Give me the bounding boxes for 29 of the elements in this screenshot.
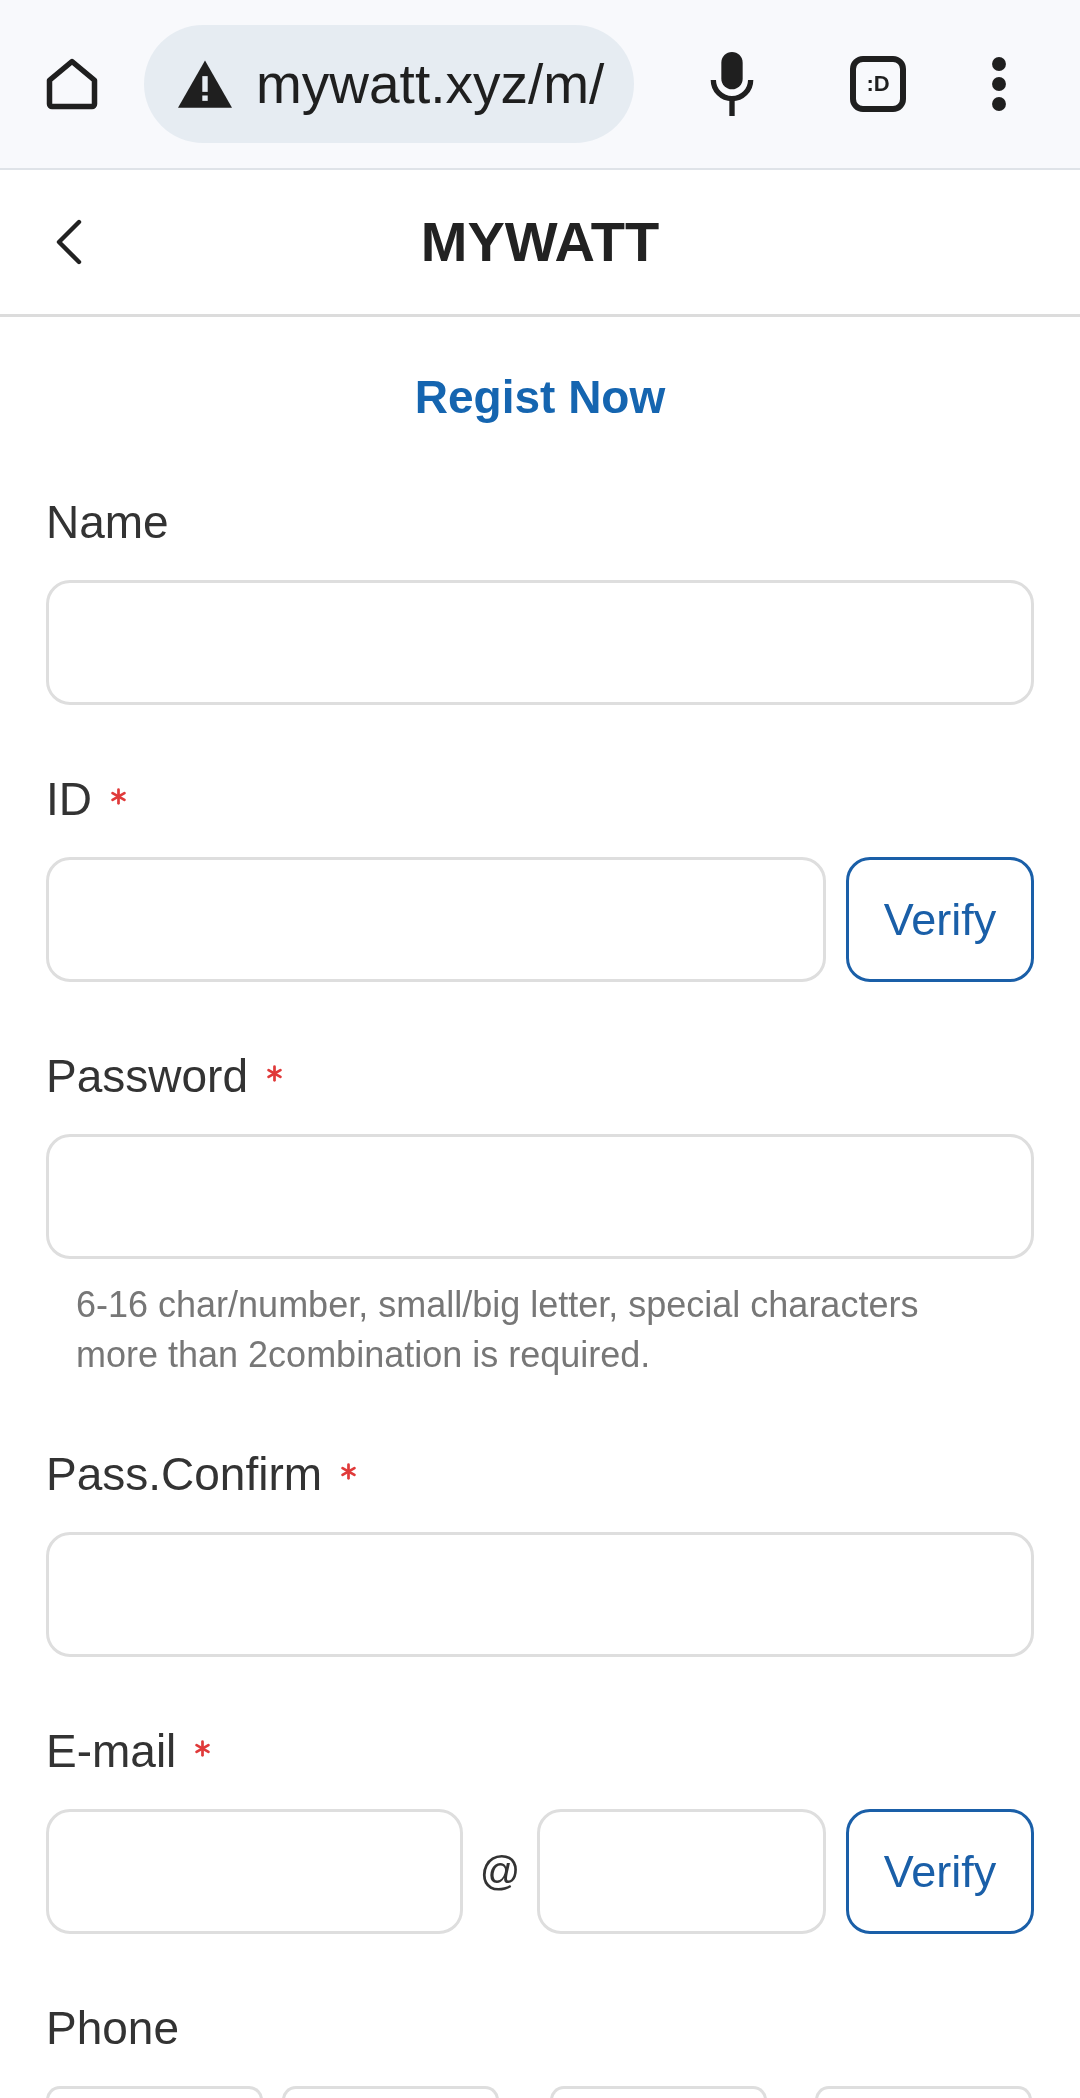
at-sign: @ <box>478 1849 522 1894</box>
phone-input[interactable] <box>282 2086 499 2098</box>
field-label: Name <box>46 495 169 550</box>
address-bar[interactable]: mywatt.xyz/m/ <box>144 25 634 143</box>
phone-input[interactable] <box>46 2086 263 2098</box>
page-title: MYWATT <box>420 209 660 276</box>
input-field[interactable] <box>46 1134 1034 1259</box>
email-user-input[interactable] <box>46 1809 463 1934</box>
field-label: Pass.Confirm <box>46 1447 323 1502</box>
url-text: mywatt.xyz/m/ <box>256 52 605 117</box>
password-hint: 6-16 char/number, small/big letter, special characters more than 2combination is required. <box>75 1283 920 1377</box>
menu-icon[interactable] <box>991 56 1007 112</box>
input-field[interactable] <box>46 1532 1034 1657</box>
tab-switcher-button[interactable]: :D <box>850 56 906 112</box>
verify-button[interactable]: Verify <box>846 1809 1034 1934</box>
phone-input[interactable] <box>815 2086 1032 2098</box>
back-icon[interactable] <box>56 219 82 265</box>
field-label: ID <box>46 772 92 827</box>
field-label: E-mail <box>46 1724 177 1779</box>
verify-button[interactable]: Verify <box>846 857 1034 982</box>
microphone-icon[interactable] <box>710 52 754 116</box>
field-label: Password <box>46 1049 248 1104</box>
phone-input[interactable] <box>550 2086 767 2098</box>
warning-icon[interactable] <box>178 60 232 108</box>
email-domain-input[interactable] <box>537 1809 826 1934</box>
field-label: Phone <box>46 2001 179 2056</box>
form-heading: Regist Now <box>413 370 667 425</box>
input-field[interactable] <box>46 857 826 982</box>
input-field[interactable] <box>46 580 1034 705</box>
